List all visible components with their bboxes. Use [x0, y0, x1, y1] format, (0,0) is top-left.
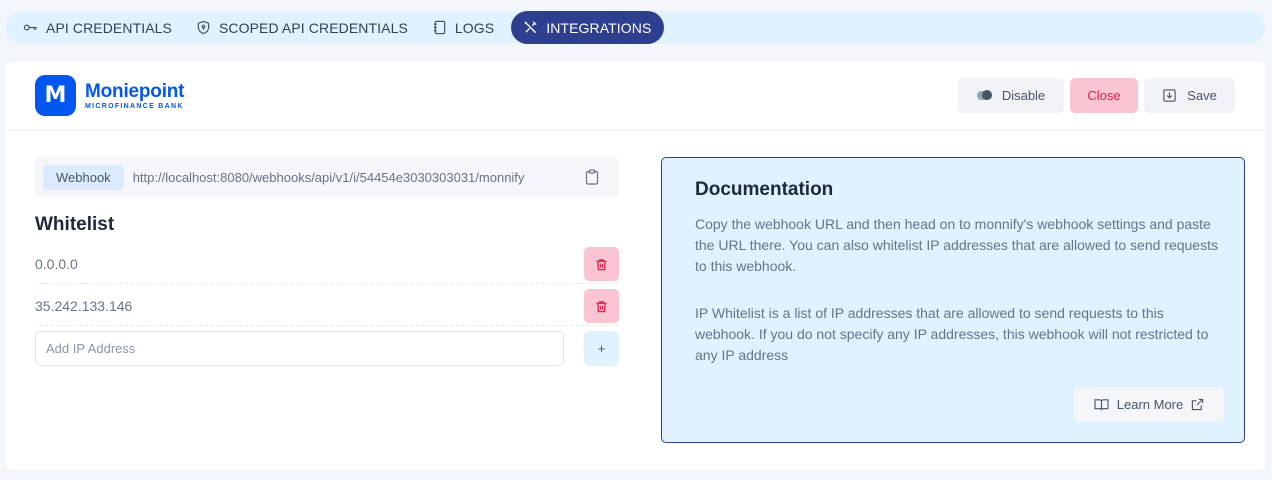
tools-icon [524, 21, 537, 34]
whitelist-row: 0.0.0.0 [35, 244, 619, 284]
documentation-paragraph: Copy the webhook URL and then head on to… [695, 216, 1218, 274]
learn-more-button[interactable]: Learn More [1074, 387, 1224, 422]
save-button[interactable]: Save [1144, 78, 1235, 113]
trash-icon [596, 258, 607, 270]
delete-ip-button[interactable] [584, 289, 619, 323]
ip-address: 35.242.133.146 [35, 297, 133, 314]
disable-button[interactable]: Disable [958, 78, 1064, 113]
documentation-panel: Documentation Copy the webhook URL and t… [661, 157, 1245, 443]
save-icon [1163, 89, 1176, 102]
webhook-tag: Webhook [43, 164, 124, 190]
key-icon [23, 24, 37, 31]
save-label: Save [1187, 88, 1217, 103]
external-link-icon [1192, 398, 1204, 411]
tab-label: SCOPED API CREDENTIALS [218, 19, 408, 36]
book-icon [1094, 399, 1109, 411]
add-ip-button[interactable]: + [584, 331, 619, 366]
whitelist-title: Whitelist [35, 214, 115, 235]
whitelist-row: 35.242.133.146 [35, 286, 619, 326]
clipboard-icon[interactable] [585, 169, 599, 185]
webhook-url-box: Webhook http://localhost:8080/webhooks/a… [35, 157, 619, 197]
delete-ip-button[interactable] [584, 247, 619, 281]
moniepoint-logo: M Moniepoint MICROFINANCE BANK [35, 75, 185, 116]
documentation-title: Documentation [695, 179, 834, 200]
card-header: M Moniepoint MICROFINANCE BANK Disable C… [6, 62, 1265, 131]
toggle-icon [976, 90, 992, 100]
disable-label: Disable [1001, 88, 1046, 103]
notebook-icon [433, 20, 446, 35]
trash-icon [596, 300, 607, 312]
tab-label: LOGS [454, 19, 495, 36]
webhook-url: http://localhost:8080/webhooks/api/v1/i/… [132, 169, 525, 185]
close-button[interactable]: Close [1070, 78, 1138, 113]
documentation-paragraph: IP Whitelist is a list of IP addresses t… [695, 305, 1209, 363]
shield-icon [197, 20, 210, 35]
logo-subtitle: MICROFINANCE BANK [85, 102, 184, 110]
tab-logs[interactable]: LOGS [425, 11, 507, 44]
add-ip-input[interactable] [35, 331, 564, 366]
tab-label: API CREDENTIALS [46, 19, 172, 36]
logo-name: Moniepoint [85, 80, 185, 102]
learn-more-label: Learn More [1116, 397, 1184, 412]
tab-api-credentials[interactable]: API CREDENTIALS [16, 11, 185, 44]
tab-label: INTEGRATIONS [546, 19, 652, 36]
integration-card: M Moniepoint MICROFINANCE BANK Disable C… [6, 62, 1265, 470]
logo-mark: M [35, 75, 76, 116]
ip-address: 0.0.0.0 [35, 255, 78, 272]
tab-scoped-api-credentials[interactable]: SCOPED API CREDENTIALS [189, 11, 421, 44]
tab-integrations[interactable]: INTEGRATIONS [511, 11, 665, 44]
tab-bar: API CREDENTIALS SCOPED API CREDENTIALS L… [6, 11, 1265, 44]
